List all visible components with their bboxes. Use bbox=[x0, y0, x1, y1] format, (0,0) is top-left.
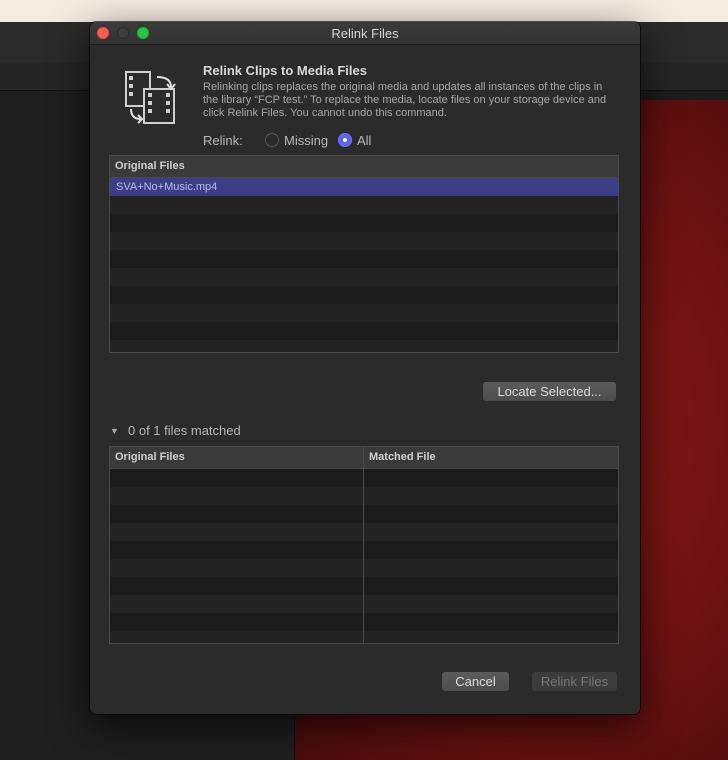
dialog-heading: Relink Clips to Media Files bbox=[203, 63, 367, 78]
menu-bar bbox=[0, 0, 728, 22]
relink-label: Relink: bbox=[203, 133, 243, 148]
relink-missing-label[interactable]: Missing bbox=[284, 133, 328, 148]
matched-files-table[interactable]: Original Files Matched File bbox=[109, 446, 619, 644]
table-row bbox=[110, 577, 618, 595]
table-row bbox=[110, 250, 618, 268]
relink-files-dialog: Relink Files Relink Clips to Media Files… bbox=[90, 22, 640, 714]
original-files-table[interactable]: Original Files SVA+No+Music.mp4 bbox=[109, 155, 619, 353]
table-row bbox=[110, 505, 618, 523]
titlebar: Relink Files bbox=[90, 22, 640, 45]
table-row bbox=[110, 322, 618, 340]
original-files-column-header[interactable]: Original Files bbox=[115, 160, 185, 172]
table-row bbox=[110, 268, 618, 286]
table-row bbox=[110, 196, 618, 214]
table-row bbox=[110, 286, 618, 304]
relink-all-radio[interactable] bbox=[338, 133, 352, 147]
table-row bbox=[110, 214, 618, 232]
table-row bbox=[110, 487, 618, 505]
dialog-title: Relink Files bbox=[331, 26, 399, 41]
matched-file-column-header[interactable]: Matched File bbox=[369, 451, 436, 463]
table-row[interactable]: SVA+No+Music.mp4 bbox=[110, 178, 618, 196]
relink-all-label[interactable]: All bbox=[357, 133, 371, 148]
disclosure-triangle-icon[interactable]: ▼ bbox=[110, 426, 119, 436]
table-row bbox=[110, 559, 618, 577]
table-row bbox=[110, 631, 618, 643]
dialog-description: Relinking clips replaces the original me… bbox=[203, 81, 607, 119]
relink-files-button[interactable]: Relink Files bbox=[532, 672, 617, 691]
original-files-header-row: Original Files bbox=[110, 156, 618, 178]
column-divider[interactable] bbox=[363, 447, 364, 643]
table-row bbox=[110, 595, 618, 613]
relink-missing-radio[interactable] bbox=[265, 133, 279, 147]
cancel-button[interactable]: Cancel bbox=[442, 672, 509, 691]
table-row bbox=[110, 340, 618, 352]
table-row bbox=[110, 232, 618, 250]
locate-selected-button[interactable]: Locate Selected... bbox=[483, 382, 616, 401]
original-files-rows: SVA+No+Music.mp4 bbox=[110, 178, 618, 352]
matched-original-files-column-header[interactable]: Original Files bbox=[115, 451, 185, 463]
table-row bbox=[110, 523, 618, 541]
table-row bbox=[110, 541, 618, 559]
table-row bbox=[110, 304, 618, 322]
matched-summary: 0 of 1 files matched bbox=[128, 423, 241, 438]
relink-clips-icon bbox=[123, 69, 179, 125]
table-row bbox=[110, 469, 618, 487]
matched-files-rows bbox=[110, 469, 618, 643]
table-row bbox=[110, 613, 618, 631]
matched-files-header-row: Original Files Matched File bbox=[110, 447, 618, 469]
